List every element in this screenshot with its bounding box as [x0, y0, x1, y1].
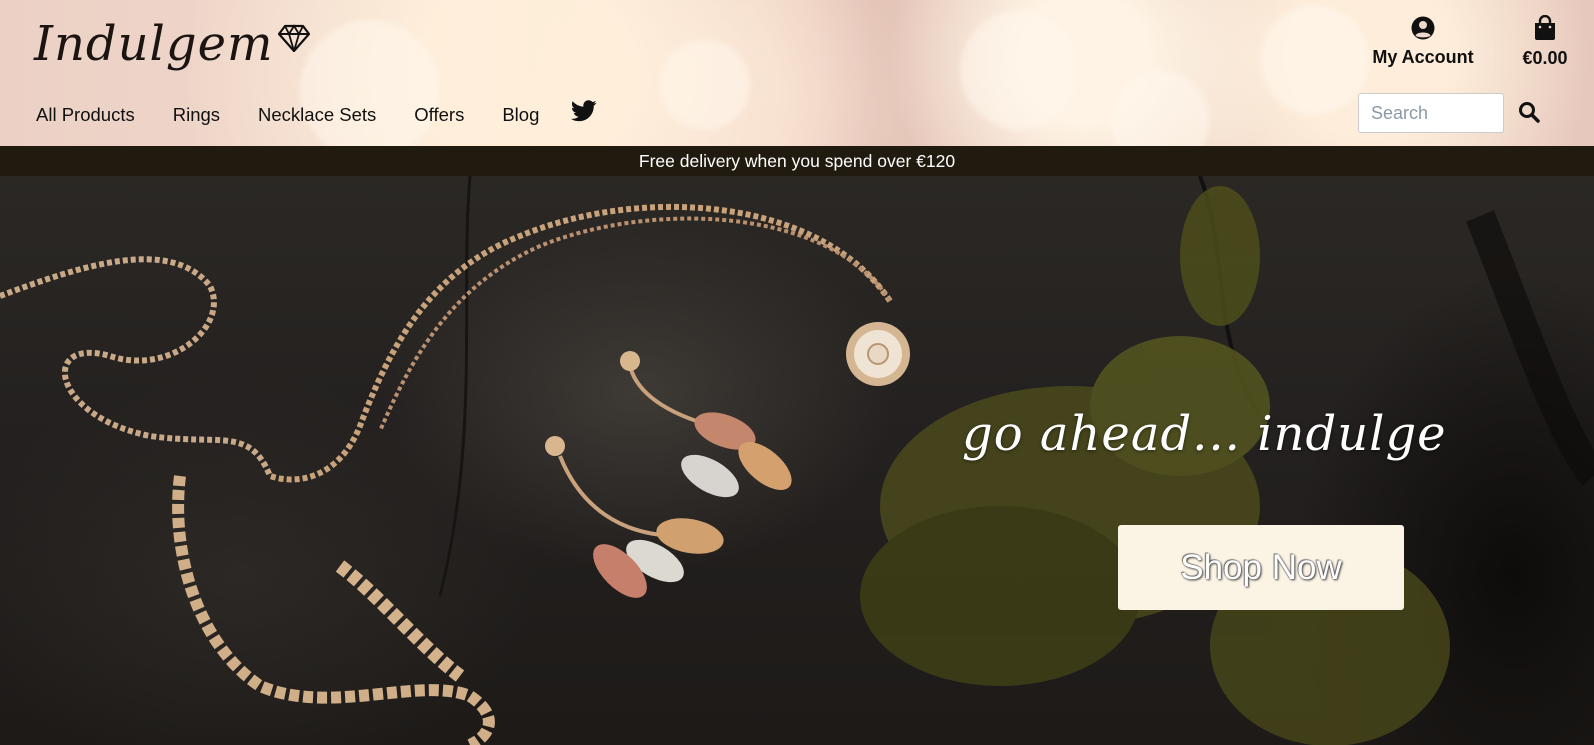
- hero-section: go ahead... indulge Shop Now: [0, 176, 1594, 745]
- twitter-icon[interactable]: [571, 100, 597, 127]
- diamond-icon: [277, 23, 310, 57]
- bokeh-light: [960, 10, 1080, 130]
- site-header: Indulgem My Account €0.00 All Products R…: [0, 0, 1594, 146]
- nav-offers[interactable]: Offers: [414, 104, 464, 126]
- bokeh-light: [660, 40, 750, 130]
- bokeh-light: [1110, 70, 1210, 146]
- my-account-link[interactable]: My Account: [1368, 16, 1478, 68]
- search-input[interactable]: [1358, 93, 1504, 133]
- nav-all-products[interactable]: All Products: [36, 104, 135, 126]
- hero-tagline: go ahead... indulge: [962, 406, 1447, 462]
- shopping-bag-icon: [1534, 14, 1556, 45]
- shop-now-button[interactable]: Shop Now: [1118, 525, 1404, 610]
- bokeh-light: [300, 20, 440, 146]
- user-circle-icon: [1411, 16, 1435, 44]
- cart-link[interactable]: €0.00: [1510, 14, 1580, 69]
- free-delivery-banner: Free delivery when you spend over €120: [0, 146, 1594, 176]
- nav-rings[interactable]: Rings: [173, 104, 220, 126]
- nav-necklace-sets[interactable]: Necklace Sets: [258, 104, 376, 126]
- my-account-label: My Account: [1372, 47, 1474, 67]
- banner-text: Free delivery when you spend over €120: [638, 151, 956, 171]
- search-icon[interactable]: [1518, 101, 1544, 127]
- brand-name: Indulgem: [34, 16, 274, 72]
- main-nav: All Products Rings Necklace Sets Offers …: [36, 100, 597, 127]
- brand-logo[interactable]: Indulgem: [34, 14, 310, 74]
- cart-total: €0.00: [1522, 48, 1568, 68]
- nav-blog[interactable]: Blog: [502, 104, 539, 126]
- bokeh-light: [1260, 5, 1370, 115]
